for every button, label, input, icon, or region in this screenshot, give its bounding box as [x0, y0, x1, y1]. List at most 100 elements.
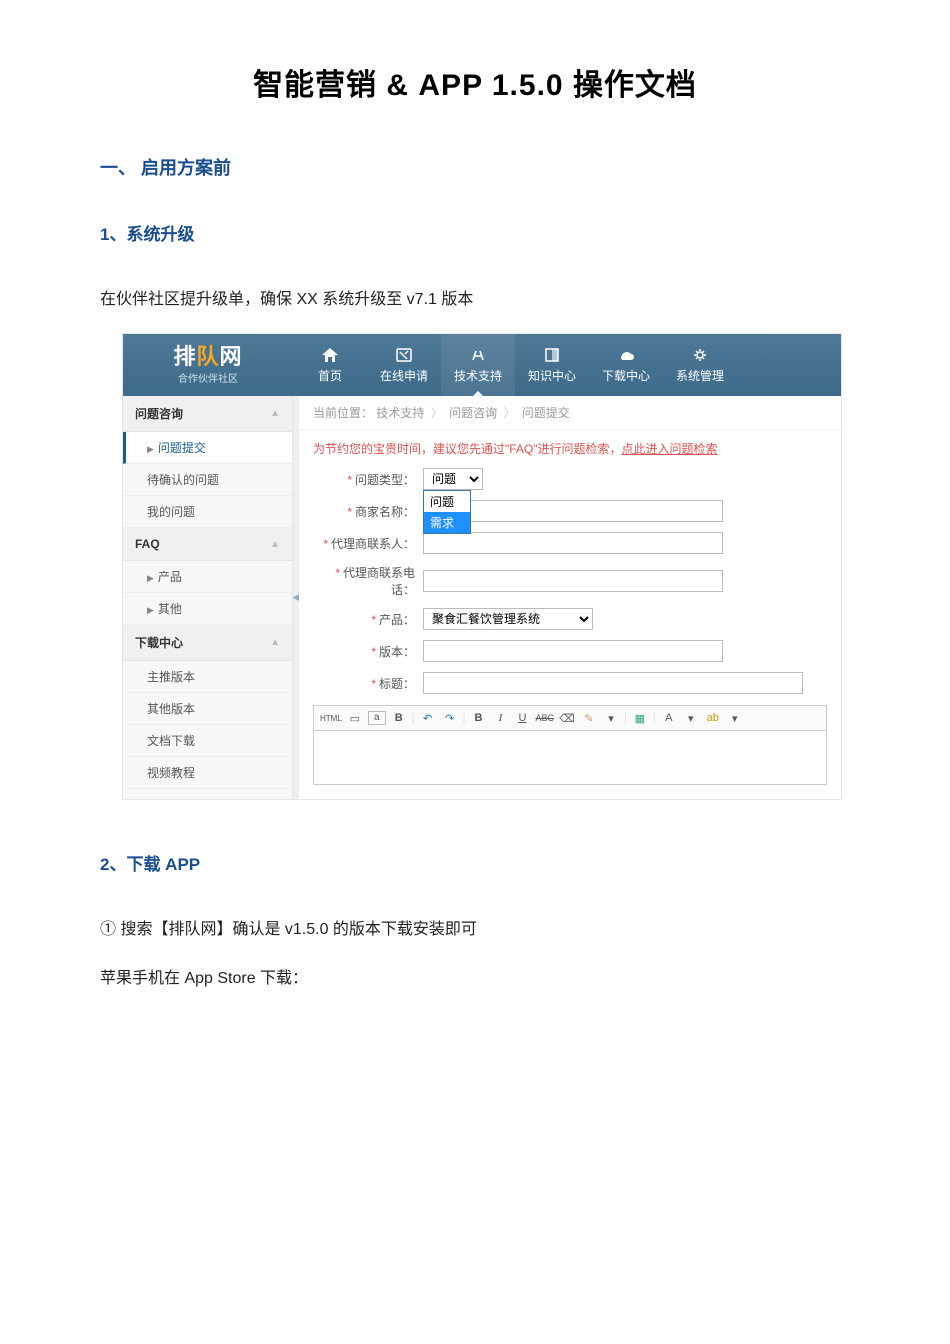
- sidebar-item-submit[interactable]: ▶问题提交: [123, 432, 292, 464]
- nav-system[interactable]: 系统管理: [663, 334, 737, 396]
- sidebar-item-label: 其他: [158, 602, 182, 616]
- sidebar-group-label: FAQ: [135, 537, 160, 551]
- brand-mid: 队: [196, 344, 219, 369]
- tb-highlight-button[interactable]: ab: [704, 712, 722, 724]
- row-type: *问题类型： 问题 问题 需求: [299, 463, 841, 495]
- tb-undo-button[interactable]: ↶: [419, 712, 437, 725]
- sidebar-item-docs[interactable]: 文档下载: [123, 725, 292, 757]
- tip-banner: 为节约您的宝贵时间，建议您先通过"FAQ"进行问题检索，点此进入问题检索: [299, 430, 841, 463]
- tip-text: 为节约您的宝贵时间，建议您先通过"FAQ"进行问题检索，: [313, 442, 622, 456]
- sidebar-group-issues[interactable]: 问题咨询 ▲: [123, 396, 292, 432]
- required-mark: *: [323, 537, 328, 551]
- sidebar-group-label: 下载中心: [135, 634, 183, 651]
- arrow-icon: ▶: [147, 573, 154, 583]
- tb-strike-button[interactable]: ABC: [536, 713, 555, 723]
- para-download-appstore: 苹果手机在 App Store 下载：: [100, 964, 850, 994]
- editor-toolbar: HTML ▭ a B | ↶ ↷ | B I U ABC ⌫ ✎ ▾ | ▦ |…: [313, 705, 827, 731]
- breadcrumb-sep-icon: 〉: [503, 406, 515, 420]
- sidebar-item-other-version[interactable]: 其他版本: [123, 693, 292, 725]
- required-mark: *: [335, 566, 340, 580]
- download-icon: [616, 346, 636, 364]
- tb-fontcolor-more[interactable]: ▾: [682, 712, 700, 725]
- contact-input[interactable]: [423, 532, 723, 554]
- nav-apply[interactable]: 在线申请: [367, 334, 441, 396]
- support-icon: [468, 346, 488, 364]
- editor-body[interactable]: [313, 731, 827, 785]
- breadcrumb: 当前位置： 技术支持 〉 问题咨询 〉 问题提交: [299, 396, 841, 430]
- tb-b-button[interactable]: B: [390, 712, 408, 724]
- label-merchant: 商家名称：: [355, 505, 415, 519]
- nav-knowledge[interactable]: 知识中心: [515, 334, 589, 396]
- nav-label: 技术支持: [454, 367, 502, 384]
- breadcrumb-item[interactable]: 技术支持: [376, 406, 424, 420]
- app-body: 问题咨询 ▲ ▶问题提交 待确认的问题 我的问题 FAQ ▲ ▶产品 ▶ 其他 下…: [123, 396, 841, 799]
- sidebar-item-product[interactable]: ▶产品: [123, 561, 292, 593]
- required-mark: *: [371, 645, 376, 659]
- sidebar-item-mine[interactable]: 我的问题: [123, 496, 292, 528]
- nav-label: 下载中心: [602, 367, 650, 384]
- tb-more-button[interactable]: ▾: [602, 712, 620, 725]
- brand-block: 排队网 合作伙伴社区: [123, 334, 293, 396]
- toolbar-sep: |: [653, 712, 656, 724]
- tb-clear-button[interactable]: ⌫: [558, 712, 576, 725]
- nav-support[interactable]: 技术支持: [441, 334, 515, 396]
- section-1-heading: 一、 启用方案前: [100, 154, 850, 180]
- tb-table-button[interactable]: ▦: [631, 712, 649, 725]
- arrow-icon: ▶: [147, 605, 154, 615]
- row-product: *产品： 聚食汇餐饮管理系统: [299, 603, 841, 635]
- required-mark: *: [347, 473, 352, 487]
- para-upgrade: 在伙伴社区提升级单，确保 XX 系统升级至 v7.1 版本: [100, 285, 850, 315]
- tb-source-button[interactable]: ▭: [346, 712, 364, 725]
- gear-icon: [690, 346, 710, 364]
- label-type: 问题类型：: [355, 473, 415, 487]
- label-phone: 代理商联系电话：: [343, 566, 415, 597]
- row-version: *版本：: [299, 635, 841, 667]
- nav-label: 首页: [318, 367, 342, 384]
- collapse-icon: ▲: [270, 408, 280, 419]
- partner-portal-screenshot: 排队网 合作伙伴社区 首页 在线申请 技术支持: [122, 333, 842, 800]
- tb-format-button[interactable]: ✎: [580, 712, 598, 725]
- subsection-1-2-heading: 2、下载 APP: [100, 850, 850, 875]
- subsection-1-1-heading: 1、系统升级: [100, 220, 850, 245]
- required-mark: *: [371, 677, 376, 691]
- brand-subtitle: 合作伙伴社区: [178, 370, 238, 385]
- label-title: 标题：: [379, 677, 415, 691]
- sidebar-group-label: 问题咨询: [135, 405, 183, 422]
- tb-html-button[interactable]: HTML: [320, 714, 342, 723]
- sidebar-item-videos[interactable]: 视频教程: [123, 757, 292, 789]
- sidebar-item-pending[interactable]: 待确认的问题: [123, 464, 292, 496]
- tb-italic-button[interactable]: I: [492, 712, 510, 724]
- content-area: 当前位置： 技术支持 〉 问题咨询 〉 问题提交 为节约您的宝贵时间，建议您先通…: [299, 396, 841, 799]
- label-product: 产品：: [379, 613, 415, 627]
- toolbar-sep: |: [412, 712, 415, 724]
- tb-bold-button[interactable]: B: [470, 712, 488, 724]
- type-option-demand[interactable]: 需求: [424, 512, 470, 533]
- version-input[interactable]: [423, 640, 723, 662]
- nav-download[interactable]: 下载中心: [589, 334, 663, 396]
- brand-prefix: 排: [173, 344, 196, 369]
- tb-underline-button[interactable]: U: [514, 712, 532, 724]
- breadcrumb-item[interactable]: 问题咨询: [449, 406, 497, 420]
- tb-fontcolor-button[interactable]: A: [660, 712, 678, 724]
- product-select[interactable]: 聚食汇餐饮管理系统: [423, 608, 593, 630]
- title-input[interactable]: [423, 672, 803, 694]
- home-icon: [320, 346, 340, 364]
- sidebar-item-other[interactable]: ▶ 其他: [123, 593, 292, 625]
- collapse-icon: ▲: [270, 539, 280, 550]
- row-merchant: *商家名称：: [299, 495, 841, 527]
- type-select[interactable]: 问题: [423, 468, 483, 490]
- type-option-issue[interactable]: 问题: [424, 491, 470, 512]
- sidebar-item-main-version[interactable]: 主推版本: [123, 661, 292, 693]
- row-title: *标题：: [299, 667, 841, 699]
- tb-a-button[interactable]: a: [368, 711, 386, 725]
- breadcrumb-label: 当前位置：: [313, 406, 373, 420]
- sidebar-group-faq[interactable]: FAQ ▲: [123, 528, 292, 561]
- tb-highlight-more[interactable]: ▾: [726, 712, 744, 725]
- row-contact: *代理商联系人：: [299, 527, 841, 559]
- nav-home[interactable]: 首页: [293, 334, 367, 396]
- tip-link[interactable]: 点此进入问题检索: [622, 442, 718, 456]
- tb-redo-button[interactable]: ↷: [441, 712, 459, 725]
- sidebar-group-downloads[interactable]: 下载中心 ▲: [123, 625, 292, 661]
- nav-items: 首页 在线申请 技术支持 知识中心: [293, 334, 737, 396]
- phone-input[interactable]: [423, 570, 723, 592]
